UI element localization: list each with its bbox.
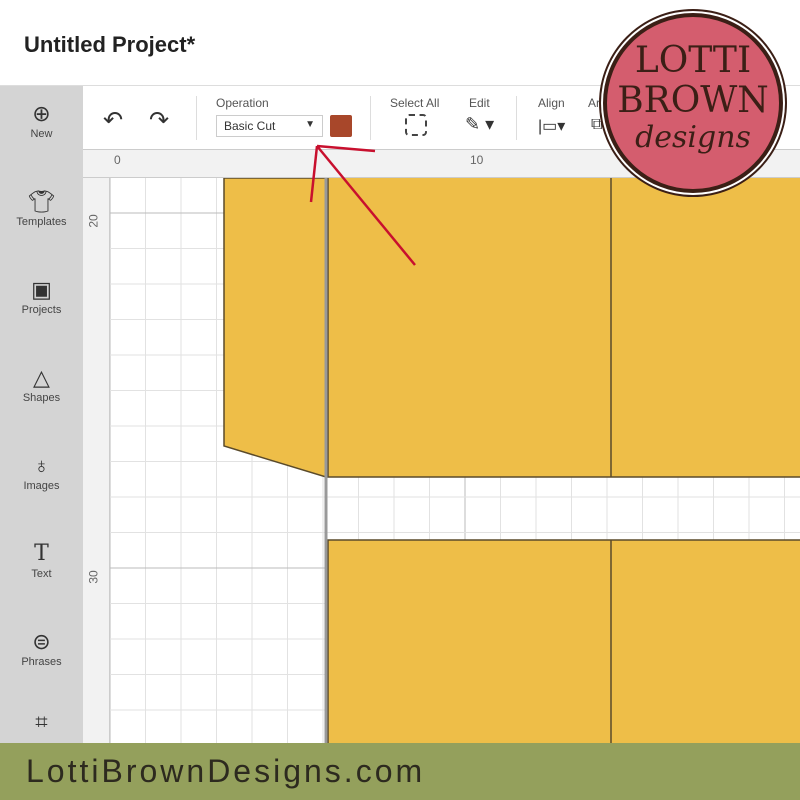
sidebar-item-label: Projects: [21, 304, 62, 316]
design-canvas[interactable]: [110, 178, 800, 746]
pencil-icon[interactable]: ✎ ▾: [465, 114, 494, 135]
sidebar-item-shapes[interactable]: △ Shapes: [0, 364, 83, 404]
ruler-label: 0: [114, 153, 121, 167]
tshirt-icon: 👕︎: [27, 189, 56, 214]
ruler-label: 10: [470, 153, 484, 167]
sidebar-item-edit-image[interactable]: ⌗: [0, 708, 83, 736]
operation-select[interactable]: Basic Cut ▼: [216, 115, 323, 137]
sidebar-item-images[interactable]: ♁ Images: [0, 452, 83, 492]
operation-value: Basic Cut: [224, 119, 276, 133]
arrange-label: Ar: [588, 96, 600, 110]
text-icon: T: [34, 541, 49, 566]
speech-bubble-icon: ⊜: [32, 629, 51, 654]
logo-text: BROWN: [617, 80, 769, 121]
sidebar-item-label: Text: [31, 568, 52, 580]
sidebar-item-text[interactable]: T Text: [0, 540, 83, 580]
operation-label: Operation: [216, 96, 269, 110]
logo-text: designs: [635, 120, 751, 155]
undo-icon[interactable]: ↶: [103, 106, 123, 135]
divider: [370, 96, 371, 140]
color-swatch[interactable]: [330, 115, 352, 137]
sidebar-item-label: Images: [23, 480, 60, 492]
redo-icon[interactable]: ↷: [149, 106, 169, 135]
side-panel-shape[interactable]: [223, 178, 327, 479]
footer-text: LottiBrownDesigns.com: [26, 753, 426, 789]
project-title[interactable]: Untitled Project*: [24, 32, 195, 58]
edit-label: Edit: [469, 96, 490, 110]
select-all-icon[interactable]: [405, 114, 427, 136]
ruler-label: 20: [86, 214, 101, 228]
sidebar-item-templates[interactable]: 👕︎ Templates: [0, 188, 83, 228]
bottom-panel-shape[interactable]: [327, 539, 800, 746]
divider: [196, 96, 197, 140]
arrange-icon[interactable]: ⧉: [591, 116, 602, 134]
sidebar-item-label: Shapes: [22, 392, 61, 404]
sidebar-item-label: Phrases: [21, 656, 62, 668]
sidebar-item-label: New: [30, 128, 53, 140]
align-label: Align: [538, 96, 565, 110]
select-all-label: Select All: [390, 96, 440, 110]
edit-image-icon: ⌗: [35, 709, 48, 734]
sidebar-item-new[interactable]: ⊕ New: [0, 100, 83, 140]
sidebar: ⊕ New 👕︎ Templates ▣ Projects △ Shapes ♁ Imag…: [0, 86, 83, 746]
sidebar-item-label: Templates: [16, 216, 67, 228]
divider: [516, 96, 517, 140]
ruler-left: 20 30: [83, 178, 110, 746]
balloon-icon: ♁: [33, 453, 50, 478]
sidebar-item-projects[interactable]: ▣ Projects: [0, 276, 83, 316]
align-icon[interactable]: |▭▾: [538, 116, 565, 136]
chevron-down-icon: ▼: [305, 119, 315, 130]
card-icon: ▣: [31, 277, 52, 302]
main-panel-shape[interactable]: [327, 178, 800, 478]
footer-banner: LottiBrownDesigns.com: [0, 743, 800, 800]
ruler-label: 30: [86, 570, 101, 584]
shapes-icon: △: [33, 365, 50, 390]
logo-text: LOTTI: [634, 40, 752, 81]
logo: LOTTI BROWN designs: [603, 13, 783, 193]
plus-circle-icon: ⊕: [32, 101, 51, 126]
sidebar-item-phrases[interactable]: ⊜ Phrases: [0, 628, 83, 668]
